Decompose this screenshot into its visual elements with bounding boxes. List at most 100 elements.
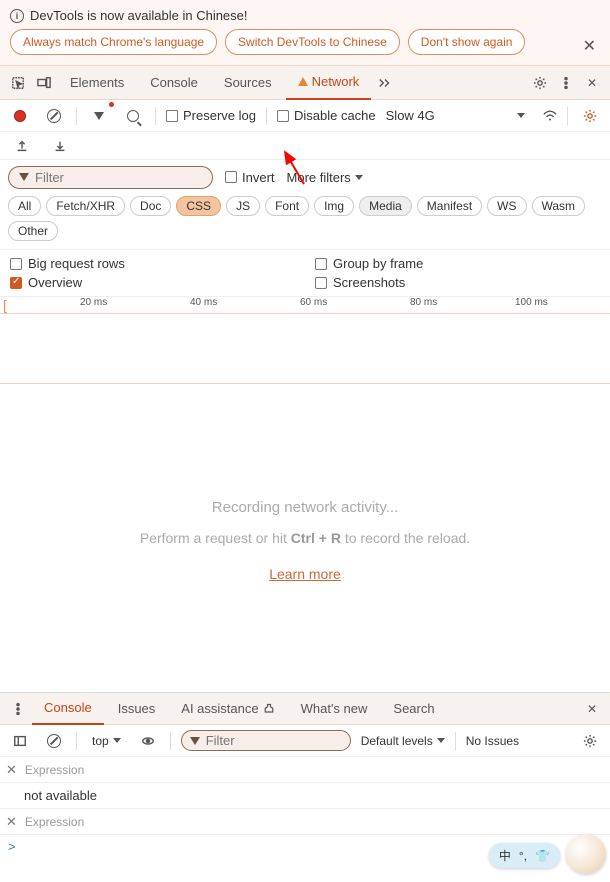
filter-input-wrap[interactable] <box>8 166 213 189</box>
type-manifest[interactable]: Manifest <box>417 196 482 216</box>
timeline-start-icon: [ <box>3 297 7 313</box>
timeline-body[interactable] <box>0 314 610 384</box>
type-fetch-xhr[interactable]: Fetch/XHR <box>46 196 125 216</box>
type-img[interactable]: Img <box>314 196 354 216</box>
console-toolbar: top Default levels No Issues <box>0 725 610 757</box>
throttling-select[interactable]: Slow 4G <box>386 108 435 123</box>
preserve-log-checkbox[interactable]: Preserve log <box>166 108 256 123</box>
resource-type-filters: All Fetch/XHR Doc CSS JS Font Img Media … <box>0 194 610 250</box>
tick-80ms: 80 ms <box>410 297 437 308</box>
drawer-close-icon[interactable]: ✕ <box>580 697 604 721</box>
context-select[interactable]: top <box>87 731 126 751</box>
timeline-ruler[interactable]: [ 20 ms 40 ms 60 ms 80 ms 100 ms <box>0 297 610 314</box>
drawer-tab-ai[interactable]: AI assistance <box>169 693 286 725</box>
type-ws[interactable]: WS <box>487 196 526 216</box>
dont-show-button[interactable]: Don't show again <box>408 29 526 55</box>
close-devtools-icon[interactable]: ✕ <box>580 71 604 95</box>
close-icon[interactable]: ✕ <box>6 762 17 778</box>
avatar-cat[interactable] <box>566 834 606 874</box>
divider <box>155 107 156 125</box>
import-har-icon[interactable] <box>48 134 72 158</box>
recording-line1: Recording network activity... <box>0 499 610 516</box>
network-options: Big request rows Group by frame Overview… <box>0 250 610 297</box>
console-filter-input[interactable] <box>206 733 382 748</box>
inspect-icon[interactable] <box>6 71 30 95</box>
console-filter-wrap[interactable] <box>181 730 351 751</box>
learn-more-link[interactable]: Learn more <box>269 566 341 582</box>
filter-input[interactable] <box>35 170 211 185</box>
tick-20ms: 20 ms <box>80 297 107 308</box>
throttle-dropdown-icon[interactable] <box>509 104 533 128</box>
drawer-tab-console[interactable]: Console <box>32 693 104 725</box>
more-menu-icon[interactable] <box>554 71 578 95</box>
type-doc[interactable]: Doc <box>130 196 171 216</box>
live-expression-icon[interactable] <box>136 729 160 753</box>
divider <box>76 107 77 125</box>
type-font[interactable]: Font <box>265 196 309 216</box>
export-har-icon[interactable] <box>10 134 34 158</box>
device-toggle-icon[interactable] <box>32 71 56 95</box>
invert-label: Invert <box>242 170 275 185</box>
network-toolbar-2 <box>0 132 610 160</box>
main-tabs: Elements Console Sources Network ✕ <box>0 66 610 100</box>
switch-devtools-button[interactable]: Switch DevTools to Chinese <box>225 29 400 55</box>
tick-100ms: 100 ms <box>515 297 548 308</box>
invert-checkbox[interactable]: Invert <box>225 170 275 185</box>
no-issues-label[interactable]: No Issues <box>466 734 519 748</box>
ime-lang[interactable]: 中 <box>499 847 511 864</box>
clear-button[interactable] <box>42 104 66 128</box>
network-settings-icon[interactable] <box>578 104 602 128</box>
more-tabs-icon[interactable] <box>373 71 397 95</box>
settings-gear-icon[interactable] <box>528 71 552 95</box>
drawer-more-icon[interactable] <box>6 697 30 721</box>
type-js[interactable]: JS <box>226 196 260 216</box>
search-icon[interactable] <box>121 104 145 128</box>
type-media[interactable]: Media <box>359 196 412 216</box>
console-settings-icon[interactable] <box>578 729 602 753</box>
disable-cache-checkbox[interactable]: Disable cache <box>277 108 376 123</box>
record-button[interactable] <box>8 104 32 128</box>
screenshots-checkbox[interactable]: Screenshots <box>315 275 600 290</box>
tab-console[interactable]: Console <box>138 66 210 100</box>
tab-elements[interactable]: Elements <box>58 66 136 100</box>
drawer-tab-whatsnew[interactable]: What's new <box>289 693 380 725</box>
tab-network[interactable]: Network <box>286 66 372 100</box>
expression-placeholder: Expression <box>25 763 84 777</box>
drawer-tab-search[interactable]: Search <box>381 693 446 725</box>
banner-title: DevTools is now available in Chinese! <box>30 8 248 23</box>
sidebar-toggle-icon[interactable] <box>8 729 32 753</box>
type-other[interactable]: Other <box>8 221 58 241</box>
tab-network-label: Network <box>312 74 360 89</box>
type-wasm[interactable]: Wasm <box>532 196 586 216</box>
expression-row-2[interactable]: ✕ Expression <box>0 809 610 835</box>
type-all[interactable]: All <box>8 196 41 216</box>
warning-icon <box>298 77 308 86</box>
info-icon: i <box>10 9 24 23</box>
log-levels-select[interactable]: Default levels <box>361 734 445 748</box>
ime-punct[interactable]: °, <box>519 849 527 863</box>
screenshots-label: Screenshots <box>333 275 405 290</box>
console-clear-icon[interactable] <box>42 729 66 753</box>
always-match-button[interactable]: Always match Chrome's language <box>10 29 217 55</box>
more-filters-dropdown[interactable]: More filters <box>287 170 363 185</box>
big-request-rows-checkbox[interactable]: Big request rows <box>10 256 295 271</box>
close-icon[interactable]: ✕ <box>6 814 17 830</box>
drawer-tabs: Console Issues AI assistance What's new … <box>0 693 610 725</box>
filter-toggle-icon[interactable] <box>87 104 111 128</box>
overview-checkbox[interactable]: Overview <box>10 275 295 290</box>
recording-message: Recording network activity... Perform a … <box>0 384 610 582</box>
drawer-tab-issues[interactable]: Issues <box>106 693 168 725</box>
network-conditions-icon[interactable] <box>543 110 557 122</box>
tab-sources[interactable]: Sources <box>212 66 284 100</box>
ime-toolbar[interactable]: 中 °, 👕 <box>489 843 560 868</box>
type-css[interactable]: CSS <box>176 196 221 216</box>
recording-line2: Perform a request or hit Ctrl + R to rec… <box>0 530 610 546</box>
throttling-label: Slow 4G <box>386 108 435 123</box>
funnel-icon <box>190 737 200 745</box>
tick-40ms: 40 ms <box>190 297 217 308</box>
group-by-frame-checkbox[interactable]: Group by frame <box>315 256 600 271</box>
ime-skin-icon[interactable]: 👕 <box>535 849 550 863</box>
expression-placeholder: Expression <box>25 815 84 829</box>
close-icon[interactable]: ✕ <box>583 36 596 56</box>
expression-row-1[interactable]: ✕ Expression <box>0 757 610 783</box>
